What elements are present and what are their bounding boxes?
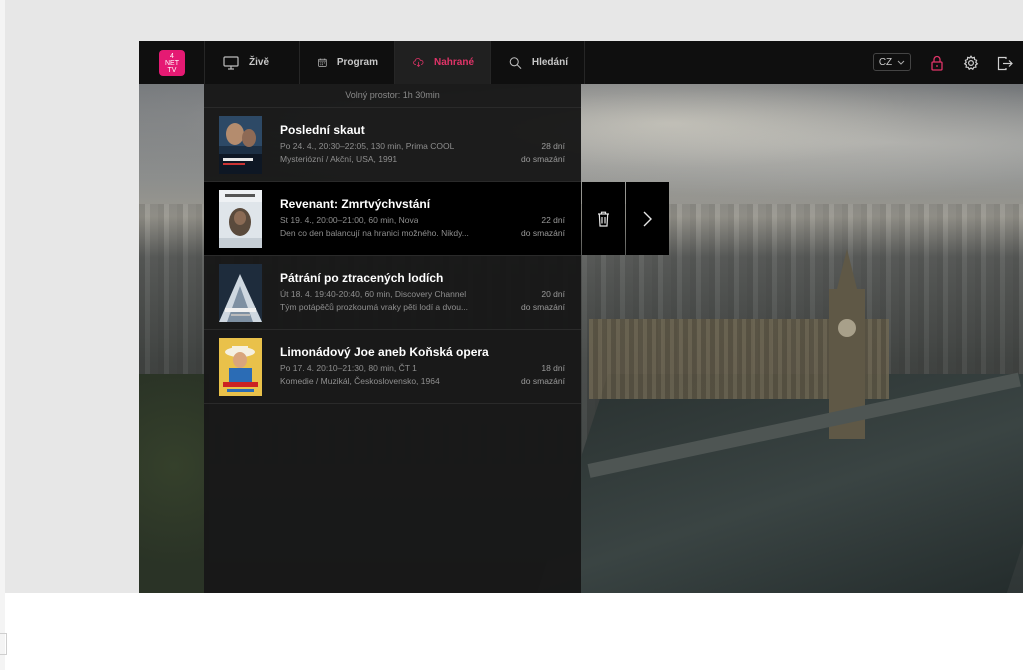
recording-title: Pátrání po ztracených lodích	[280, 271, 444, 285]
delete-recording-button[interactable]	[582, 182, 625, 255]
parental-lock-button[interactable]	[927, 53, 947, 73]
poster-image	[219, 190, 262, 248]
until-deletion: do smazání	[521, 302, 565, 312]
language-select[interactable]: CZ	[873, 53, 911, 71]
open-recording-button[interactable]	[626, 182, 669, 255]
until-deletion: do smazání	[521, 376, 565, 386]
recording-description: Komedie / Muzikál, Československo, 1964	[280, 376, 440, 386]
recording-title: Revenant: Zmrtvýchvstání	[280, 197, 431, 211]
logout-icon	[997, 56, 1013, 70]
corner-mark	[0, 633, 7, 655]
language-value: CZ	[878, 56, 893, 68]
days-remaining: 18 dní	[541, 363, 565, 373]
recording-description: Den co den balancují na hranici možného.…	[280, 228, 469, 238]
cloud-download-icon	[413, 58, 424, 67]
recording-title: Limonádový Joe aneb Koňská opera	[280, 345, 489, 359]
days-remaining: 20 dní	[541, 289, 565, 299]
days-remaining: 28 dní	[541, 141, 565, 151]
chevron-right-icon	[643, 211, 652, 226]
recording-description: Tým potápěčů prozkoumá vraky pěti lodí a…	[280, 302, 469, 312]
until-deletion: do smazání	[521, 154, 565, 164]
recording-schedule: Po 24. 4., 20:30–22:05, 130 min, Prima C…	[280, 141, 455, 151]
settings-button[interactable]	[961, 53, 981, 73]
nav-program-label: Program	[336, 57, 378, 68]
recording-schedule: Út 18. 4. 19:40-20:40, 60 min, Discovery…	[280, 289, 467, 299]
top-bar: 4 NET TV Živě Program Nahrané Hledání CZ	[139, 41, 1023, 84]
recording-description: Mysteriózní / Akční, USA, 1991	[280, 154, 398, 164]
nav-program[interactable]: Program	[299, 41, 394, 84]
search-icon	[509, 56, 522, 69]
recording-item[interactable]: Poslední skaut Po 24. 4., 20:30–22:05, 1…	[204, 108, 581, 182]
poster-image	[219, 338, 262, 396]
trash-icon	[598, 211, 609, 227]
recording-item[interactable]: Pátrání po ztracených lodích Út 18. 4. 1…	[204, 256, 581, 330]
days-remaining: 22 dní	[541, 215, 565, 225]
nav-recorded[interactable]: Nahrané	[394, 41, 490, 84]
nav-recorded-label: Nahrané	[433, 57, 474, 68]
recording-schedule: St 19. 4., 20:00–21:00, 60 min, Nova	[280, 215, 419, 225]
gear-icon	[963, 55, 979, 71]
nav-live-label: Živě	[249, 57, 270, 68]
recording-title: Poslední skaut	[280, 123, 365, 137]
poster-image	[219, 116, 262, 174]
recordings-panel: Volný prostor: 1h 30min Poslední skaut P…	[204, 84, 581, 593]
chevron-down-icon	[897, 60, 905, 65]
nav-live[interactable]: Živě	[204, 41, 299, 84]
calendar-icon	[318, 58, 327, 67]
until-deletion: do smazání	[521, 228, 565, 238]
recording-item[interactable]: Limonádový Joe aneb Koňská opera Po 17. …	[204, 330, 581, 404]
app-logo[interactable]: 4 NET TV	[159, 50, 185, 76]
lock-icon	[931, 55, 943, 71]
tv-icon	[223, 55, 239, 70]
app-window: 4 NET TV Živě Program Nahrané Hledání CZ…	[139, 41, 1023, 593]
recording-item[interactable]: Revenant: Zmrtvýchvstání St 19. 4., 20:0…	[204, 182, 581, 256]
recording-schedule: Po 17. 4. 20:10–21:30, 80 min, ČT 1	[280, 363, 417, 373]
recording-actions	[582, 182, 670, 255]
poster-image	[219, 264, 262, 322]
main-nav: Živě Program Nahrané Hledání	[204, 41, 585, 84]
logout-button[interactable]	[995, 53, 1015, 73]
nav-search[interactable]: Hledání	[490, 41, 585, 84]
free-space-info: Volný prostor: 1h 30min	[204, 84, 581, 108]
nav-search-label: Hledání	[531, 57, 568, 68]
